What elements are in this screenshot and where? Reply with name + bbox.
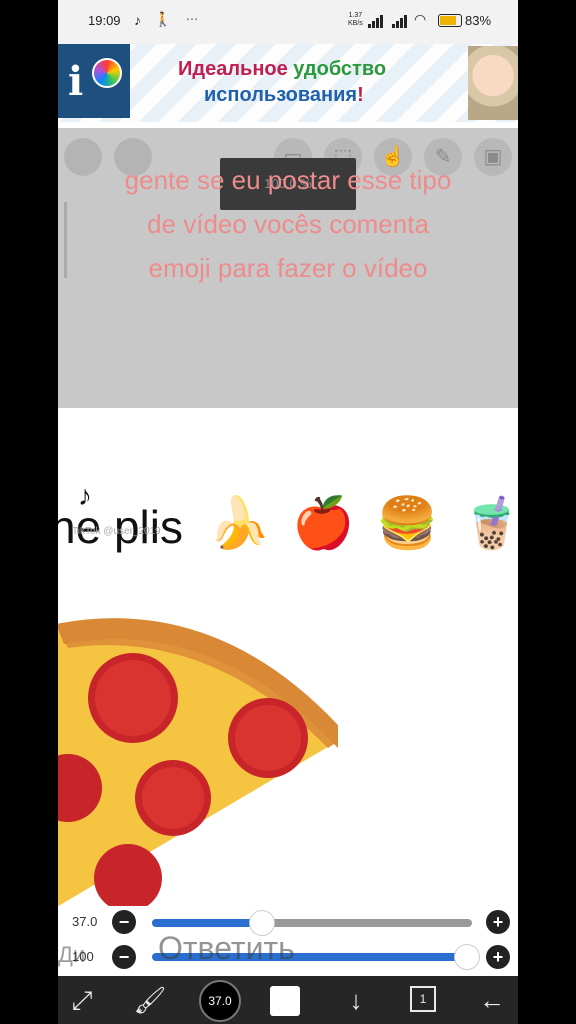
- ad-subline: использования!: [204, 84, 364, 107]
- ad-headline-part1: Идеальное: [178, 58, 294, 80]
- opacity-decrease-button[interactable]: −: [112, 945, 136, 969]
- emoji-row: 🍌 🍎 🍔 🧋 🍦: [208, 494, 518, 553]
- brush-size-decrease-button[interactable]: −: [112, 910, 136, 934]
- banana-emoji: 🍌: [208, 495, 275, 551]
- brush-size-slider[interactable]: [152, 919, 472, 927]
- battery-icon: [438, 14, 462, 27]
- brush-sliders: 37.0 − + 100 − + Ди Ответить: [58, 906, 518, 976]
- opacity-increase-button[interactable]: +: [486, 945, 510, 969]
- toolbar-overlay: ▭ ⬚ ☝ ✎ ▣ 100.0 % gente se eu postar ess…: [58, 128, 518, 408]
- reply-overlay-text: Ответить: [158, 930, 295, 966]
- caption-line: emoji para fazer o vídeo: [148, 253, 428, 283]
- walk-icon: 🚶: [154, 11, 172, 27]
- signal-icon: [392, 13, 408, 28]
- bottom-toolbar: ⤢ 🖌 37.0 ↓ 1 ←: [58, 976, 518, 1024]
- ad-subline-part1: использования: [204, 84, 358, 106]
- tiktok-notification-icon: ♪: [134, 12, 141, 28]
- ad-character-image: [468, 46, 518, 120]
- transform-icon[interactable]: ⤢: [62, 982, 102, 1018]
- misc-notification-icon: ⋯: [186, 12, 198, 26]
- caption-line: de vídeo vocês comenta: [147, 209, 429, 239]
- network-speed-value: 1.37: [348, 12, 363, 19]
- battery-percent: 83%: [465, 13, 492, 28]
- drawing-canvas[interactable]: ♪ ne plis TikTok @user_2019 🍌 🍎 🍔 🧋 🍦: [58, 408, 518, 913]
- ad-subline-part2: !: [357, 84, 364, 106]
- phone-screen: 19:09 ♪ 🚶 ⋯ 1.37 KB/s ◠ 83% i Идеальное …: [58, 0, 518, 1024]
- video-caption: gente se eu postar esse tipo de vídeo vo…: [58, 158, 518, 290]
- network-speed-unit: KB/s: [348, 20, 363, 27]
- ibispaint-logo: i: [58, 44, 130, 118]
- apple-emoji: 🍎: [292, 495, 359, 551]
- color-wheel-icon: [92, 58, 122, 88]
- back-icon[interactable]: ←: [472, 982, 512, 1018]
- layers-button[interactable]: 1: [410, 986, 436, 1012]
- caption-line: gente se eu postar esse tipo: [124, 165, 452, 195]
- bubble-tea-emoji: 🧋: [460, 495, 518, 551]
- network-speed: 1.37 KB/s: [348, 12, 363, 28]
- pizza-slice-drawing: [58, 618, 338, 912]
- brush-size-button[interactable]: 37.0: [199, 980, 241, 1022]
- opacity-slider-thumb[interactable]: [454, 944, 480, 970]
- wifi-icon: ◠: [414, 11, 427, 27]
- brush-icon[interactable]: 🖌: [130, 982, 170, 1018]
- brush-size-increase-button[interactable]: +: [486, 910, 510, 934]
- burger-emoji: 🍔: [376, 495, 443, 551]
- comment-overlay-text: Ди: [58, 942, 86, 967]
- ad-headline-part2: удобство: [293, 58, 387, 80]
- status-time: 19:09: [88, 13, 121, 28]
- ad-headline: Идеальное удобство: [178, 58, 386, 81]
- brush-size-label: 37.0: [72, 914, 98, 929]
- tiktok-watermark-user: TikTok @user_2019: [72, 526, 161, 537]
- download-icon[interactable]: ↓: [336, 982, 376, 1018]
- color-picker-button[interactable]: [270, 986, 300, 1016]
- status-bar: 19:09 ♪ 🚶 ⋯ 1.37 KB/s ◠ 83%: [58, 0, 518, 44]
- ad-banner[interactable]: i Идеальное удобство использования!: [58, 44, 518, 122]
- signal-icon: [368, 13, 384, 28]
